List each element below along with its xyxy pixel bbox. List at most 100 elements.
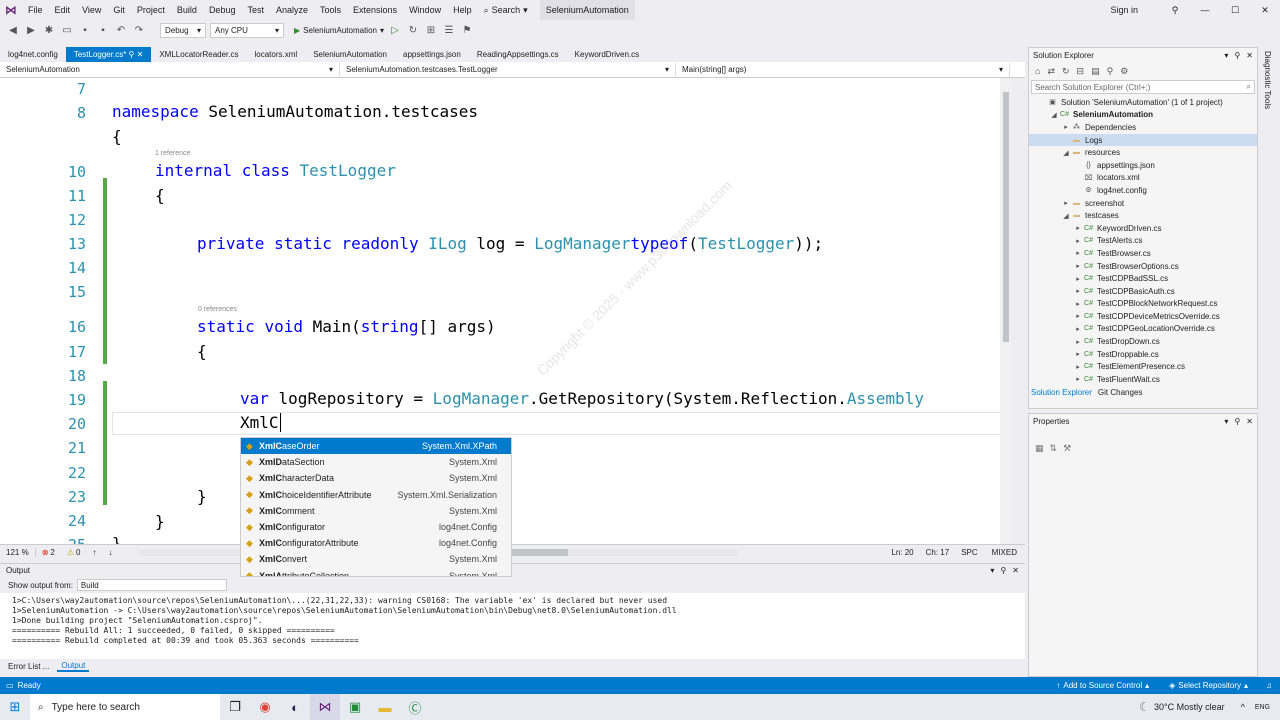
class-dropdown[interactable]: SeleniumAutomation.testcases.TestLogger ▾ xyxy=(340,62,676,77)
expand-arrow-icon[interactable]: ▸ xyxy=(1073,312,1083,320)
zoom-level[interactable]: 121 % xyxy=(0,547,36,557)
chevron-down-icon[interactable]: ▾ xyxy=(990,566,994,575)
expand-arrow-icon[interactable]: ▸ xyxy=(1073,363,1083,371)
close-icon[interactable]: ✕ xyxy=(1246,417,1253,426)
expand-arrow-icon[interactable]: ▸ xyxy=(1073,224,1083,232)
comment-icon[interactable]: ☰ xyxy=(442,23,456,37)
new-project-icon[interactable]: ✱ xyxy=(42,23,56,37)
completion-item[interactable]: ◆ XmlCaseOrder System.Xml.XPath xyxy=(241,438,511,455)
solution-search-box[interactable]: Search Solution Explorer (Ctrl+;) ⌕ xyxy=(1031,80,1255,94)
expand-arrow-icon[interactable]: ▸ xyxy=(1073,375,1083,383)
code-lens-references[interactable]: 0 references xyxy=(198,306,237,313)
tree-item[interactable]: ▸ C# TestBrowserOptions.cs xyxy=(1029,260,1257,273)
forward-icon[interactable]: ▶ xyxy=(24,23,38,37)
tree-item[interactable]: ▬ Logs xyxy=(1029,133,1257,147)
intellisense-popup[interactable]: ◆ XmlCaseOrder System.Xml.XPath ◆ XmlDataSec… xyxy=(240,437,512,577)
member-dropdown[interactable]: Main(string[] args) ▾ xyxy=(676,62,1010,77)
tab-testlogger[interactable]: TestLogger.cs* ⚲ ✕ xyxy=(65,47,152,62)
tree-item[interactable]: ▣ Solution 'SeleniumAutomation' (1 of 1 p… xyxy=(1029,96,1257,109)
tree-item[interactable]: ▸ C# TestCDPDeviceMetricsOverride.cs xyxy=(1029,310,1257,323)
menu-test[interactable]: Test xyxy=(241,0,270,20)
expand-arrow-icon[interactable]: ▸ xyxy=(1073,275,1083,283)
tree-item[interactable]: ▸ C# TestCDPBlockNetworkRequest.cs xyxy=(1029,298,1257,311)
configuration-select[interactable]: Debug ▾ xyxy=(160,22,206,38)
hot-reload-icon[interactable]: ↻ xyxy=(406,23,420,37)
categorized-icon[interactable]: ▦ xyxy=(1035,443,1044,454)
pin-icon[interactable]: ⚲ xyxy=(1000,566,1006,575)
windows-start-icon[interactable]: ⊞ xyxy=(0,694,30,720)
completion-item[interactable]: ◆ XmlComment System.Xml xyxy=(241,503,511,519)
show-all-icon[interactable]: ▤ xyxy=(1091,66,1100,77)
completion-item[interactable]: ◆ XmlChoiceIdentifierAttribute System.Xml.… xyxy=(241,487,511,503)
expand-arrow-icon[interactable]: ◢ xyxy=(1061,212,1071,220)
visual-studio-icon[interactable]: ⋈ xyxy=(310,694,340,720)
tab-locators-xml[interactable]: locators.xml xyxy=(247,47,306,62)
browser-link-icon[interactable]: ⊞ xyxy=(424,23,438,37)
completion-item[interactable]: ◆ XmlAttributeCollection System.Xml xyxy=(241,568,511,576)
completion-item[interactable]: ◆ XmlDataSection System.Xml xyxy=(241,454,511,470)
menu-help[interactable]: Help xyxy=(447,0,478,20)
tree-item[interactable]: ⚙ log4net.config xyxy=(1029,184,1257,197)
expand-arrow-icon[interactable]: ▸ xyxy=(1073,287,1083,295)
expand-arrow-icon[interactable]: ◢ xyxy=(1061,149,1071,157)
tree-item[interactable]: ▸ C# TestAlerts.cs xyxy=(1029,235,1257,248)
file-explorer-icon[interactable]: ▬ xyxy=(370,694,400,720)
completion-item[interactable]: ◆ XmlCharacterData System.Xml xyxy=(241,470,511,486)
tab-readingappsettings[interactable]: ReadingAppsettings.cs xyxy=(469,47,567,62)
tab-xmllocatorreader[interactable]: XMLLocatorReader.cs xyxy=(151,47,246,62)
expand-arrow-icon[interactable]: ◢ xyxy=(1049,111,1059,119)
tab-error-list[interactable]: Error List ... xyxy=(0,662,57,671)
tab-seleniumautomation[interactable]: SeleniumAutomation xyxy=(305,47,395,62)
select-repository-button[interactable]: ◈ Select Repository ▴ xyxy=(1159,681,1258,690)
run-button[interactable]: ▶ SeleniumAutomation ▾ xyxy=(294,26,384,35)
close-icon[interactable]: ✕ xyxy=(137,50,144,59)
warning-count[interactable]: ⚠ 0 xyxy=(61,548,87,557)
arrow-up-icon[interactable]: ↑ xyxy=(86,548,102,557)
eclipse-icon[interactable]: ◐ xyxy=(280,694,310,720)
notifications-icon[interactable]: ♫ xyxy=(1258,681,1280,690)
vertical-scrollbar[interactable] xyxy=(1000,78,1012,544)
maximize-icon[interactable]: ☐ xyxy=(1220,5,1250,16)
sync-icon[interactable]: ⇄ xyxy=(1047,66,1055,77)
chevron-down-icon[interactable]: ▾ xyxy=(1224,417,1228,426)
tab-output[interactable]: Output xyxy=(57,661,90,672)
tree-item[interactable]: ▸ C# TestFluentWait.cs xyxy=(1029,373,1257,386)
language-indicator[interactable]: ENG xyxy=(1251,704,1280,711)
menu-git[interactable]: Git xyxy=(107,0,131,20)
tab-git-changes[interactable]: Git Changes xyxy=(1098,388,1142,400)
collapse-icon[interactable]: ⊟ xyxy=(1077,66,1085,77)
sign-in-link[interactable]: Sign in xyxy=(1104,0,1144,20)
menu-edit[interactable]: Edit xyxy=(49,0,77,20)
indent-mode[interactable]: SPC xyxy=(955,548,983,557)
open-icon[interactable]: ▭ xyxy=(60,23,74,37)
tree-item[interactable]: ⌧ locators.xml xyxy=(1029,172,1257,185)
pin-icon[interactable]: ⚲ xyxy=(1234,417,1240,426)
expand-arrow-icon[interactable]: ▸ xyxy=(1073,249,1083,257)
close-icon[interactable]: ✕ xyxy=(1250,5,1280,16)
tree-item[interactable]: ▸ C# TestCDPGeoLocationOverride.cs xyxy=(1029,323,1257,336)
close-icon[interactable]: ✕ xyxy=(1012,566,1019,575)
completion-item[interactable]: ◆ XmlConvert System.Xml xyxy=(241,551,511,567)
diagnostic-tools-tab[interactable]: Diagnostic Tools xyxy=(1260,47,1280,677)
task-view-icon[interactable]: ❐ xyxy=(220,694,250,720)
platform-select[interactable]: Any CPU ▾ xyxy=(210,22,284,38)
tree-item[interactable]: ▸ ⁂ Dependencies xyxy=(1029,121,1257,134)
recorder-icon[interactable]: Ⓒ xyxy=(400,694,430,720)
tree-item[interactable]: ▸ ▬ screenshot xyxy=(1029,197,1257,210)
tree-item[interactable]: ▸ C# TestBrowser.cs xyxy=(1029,247,1257,260)
tab-solution-explorer[interactable]: Solution Explorer xyxy=(1031,388,1098,400)
camtasia-icon[interactable]: ▣ xyxy=(340,694,370,720)
tab-keyworddriven[interactable]: KeywordDriven.cs xyxy=(567,47,647,62)
redo-icon[interactable]: ↷ xyxy=(132,23,146,37)
tree-item[interactable]: {} appsettings.json xyxy=(1029,159,1257,172)
home-icon[interactable]: ⌂ xyxy=(1035,66,1040,76)
menu-view[interactable]: View xyxy=(76,0,107,20)
arrow-down-icon[interactable]: ↓ xyxy=(102,548,118,557)
tree-item[interactable]: ◢ C# SeleniumAutomation xyxy=(1029,109,1257,122)
output-source-select[interactable]: Build xyxy=(76,579,227,591)
tree-item[interactable]: ▸ C# TestElementPresence.cs xyxy=(1029,360,1257,373)
menu-debug[interactable]: Debug xyxy=(203,0,242,20)
menu-window[interactable]: Window xyxy=(403,0,447,20)
save-all-icon[interactable]: ▪ xyxy=(96,23,110,37)
wrench-icon[interactable]: ⚒ xyxy=(1063,443,1071,454)
